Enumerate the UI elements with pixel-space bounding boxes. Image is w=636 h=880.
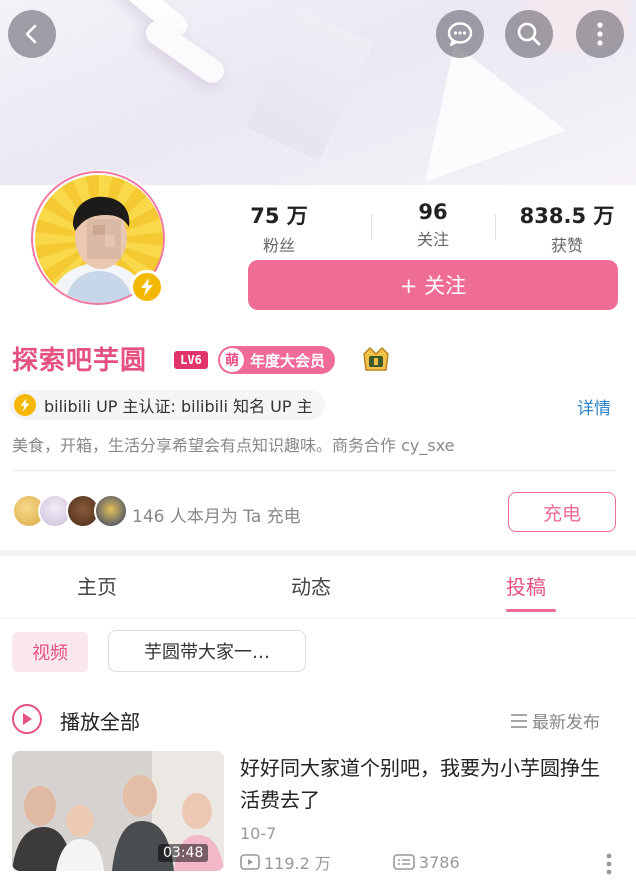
play-count-icon [240,854,260,870]
fans-count: 75 万 [250,204,308,228]
sort-icon [511,713,527,728]
search-button[interactable] [505,10,553,58]
vip-icon: 萌 [220,348,244,372]
divider [0,618,636,619]
more-vertical-icon [606,853,612,875]
video-title[interactable]: 好好同大家道个别吧，我要为小芋圆挣生活费去了 [240,752,610,816]
vip-badge[interactable]: 萌 年度大会员 [218,346,336,374]
comment-count: 3786 [418,852,460,872]
likes-label: 获赞 [550,236,583,255]
fans-stat[interactable]: 75 万 粉丝 [219,200,339,256]
back-arrow-icon [25,24,37,44]
details-link[interactable]: 详情 [577,394,611,419]
following-stat[interactable]: 96 关注 [373,200,493,250]
sort-button[interactable]: 最新发布 [510,708,600,733]
banner-decoration [246,9,374,161]
back-button[interactable] [8,10,56,58]
medal-icon[interactable] [360,344,392,376]
charger-avatar [94,494,128,528]
following-count: 96 [418,200,448,224]
verification-text: bilibili UP 主认证: bilibili 知名 UP 主 [44,397,313,416]
more-options-button[interactable] [576,10,624,58]
tab-dynamics[interactable]: 动态 [291,571,331,600]
stat-divider [495,214,496,240]
tab-home[interactable]: 主页 [77,571,117,600]
more-vertical-icon [597,22,603,46]
vip-label: 年度大会员 [250,351,326,370]
filter-chip-series[interactable]: 芋圆带大家一… [108,630,306,672]
username: 探索吧芋圆 [12,346,148,376]
charger-avatars[interactable] [12,494,132,530]
likes-stat[interactable]: 838.5 万 获赞 [507,200,627,256]
stat-divider [371,214,372,240]
play-count: 119.2 万 [264,854,331,873]
video-stats: 119.2 万 3786 [240,850,460,874]
level-badge: LV6 [174,351,208,369]
section-separator [0,550,636,556]
filter-chip-video[interactable]: 视频 [12,632,88,672]
charge-count-text: 146 人本月为 Ta 充电 [132,507,301,527]
chat-button[interactable] [436,10,484,58]
video-duration: 03:48 [158,844,209,862]
search-icon [517,22,541,46]
video-more-button[interactable] [605,852,613,880]
sort-label: 最新发布 [532,713,600,733]
following-label: 关注 [416,230,449,249]
divider [12,470,616,471]
likes-count: 838.5 万 [519,204,615,228]
play-all-label[interactable]: 播放全部 [60,706,140,735]
verified-badge [130,270,164,304]
play-circle-icon[interactable] [12,704,42,734]
fans-label: 粉丝 [262,236,295,255]
comment-count-icon [393,854,415,870]
tab-uploads[interactable]: 投稿 [506,571,546,600]
bio-text: 美食，开箱，生活分享希望会有点知识趣味。商务合作 cy_sxe [12,436,455,455]
charge-button[interactable]: 充电 [508,492,616,532]
verification-badge[interactable]: bilibili UP 主认证: bilibili 知名 UP 主 [10,390,325,420]
active-tab-indicator [506,609,556,612]
video-date: 10-7 [240,824,277,843]
lightning-icon [14,394,36,416]
chat-bubble-icon [447,22,473,47]
follow-button[interactable]: + 关注 [248,260,618,310]
lightning-icon [141,278,153,296]
